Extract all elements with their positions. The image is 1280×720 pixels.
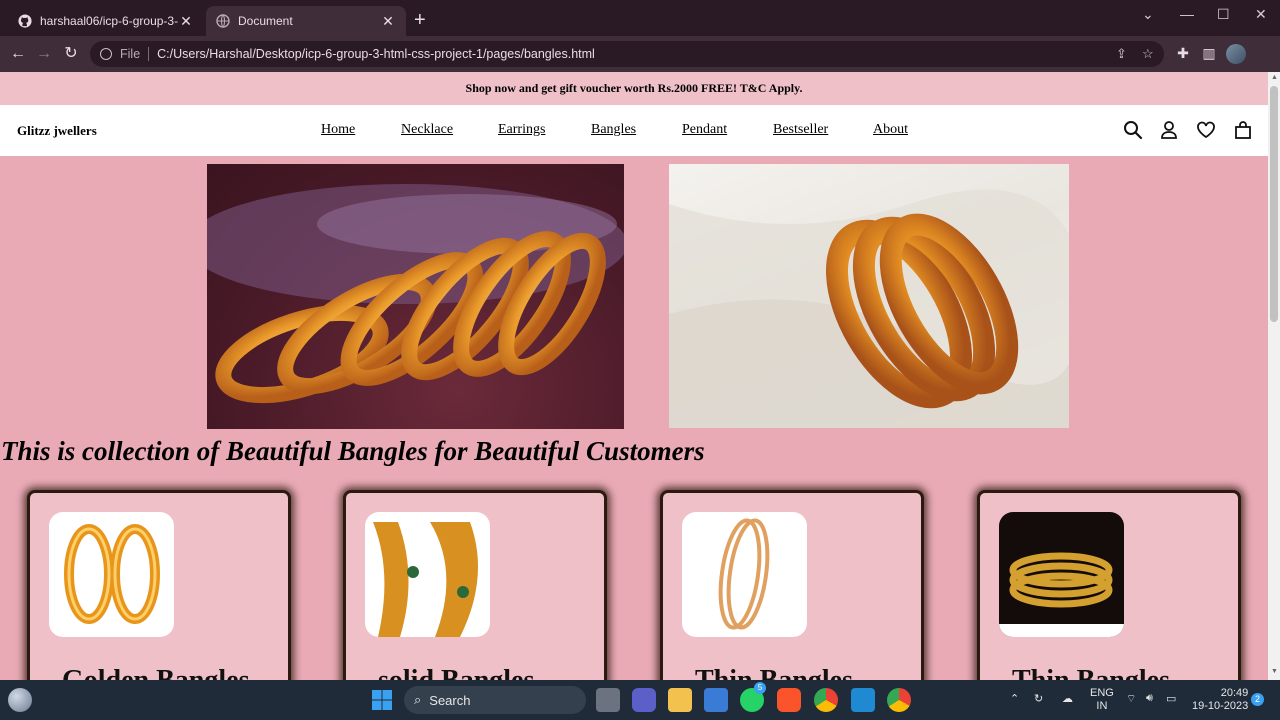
chrome-active-icon[interactable] xyxy=(887,688,911,712)
product-title: Thin Bangles xyxy=(695,665,853,680)
share-icon[interactable]: ⇪ xyxy=(1116,46,1127,62)
nav-necklace[interactable]: Necklace xyxy=(401,122,453,138)
tab-search-icon[interactable]: ⌄ xyxy=(1142,6,1154,23)
file-explorer-icon[interactable] xyxy=(668,688,692,712)
reload-icon[interactable]: ↻ xyxy=(61,44,81,64)
product-image xyxy=(682,512,807,637)
nav-home[interactable]: Home xyxy=(321,122,355,138)
close-tab-icon[interactable]: ✕ xyxy=(178,13,194,30)
address-bar[interactable]: File C:/Users/Harshal/Desktop/icp-6-grou… xyxy=(90,41,1164,67)
clock[interactable]: 20:49 19-10-2023 xyxy=(1192,687,1248,713)
collection-headline: This is collection of Beautiful Bangles … xyxy=(1,436,705,466)
sync-icon[interactable]: ↻ xyxy=(1034,692,1043,705)
web-page: Shop now and get gift voucher worth Rs.2… xyxy=(0,72,1268,680)
tray-overflow-icon[interactable]: ⌃ xyxy=(1010,692,1019,705)
product-title: Golden Bangles xyxy=(62,665,249,680)
product-title: Thin Bangles xyxy=(1012,665,1170,680)
whatsapp-icon[interactable]: 5 xyxy=(740,682,766,712)
weather-icon[interactable] xyxy=(8,688,32,712)
bookmark-star-icon[interactable]: ☆ xyxy=(1142,46,1154,62)
side-panel-icon[interactable]: ▥ xyxy=(1200,45,1218,63)
tab-title: Document xyxy=(238,14,293,28)
nav-bestseller[interactable]: Bestseller xyxy=(773,122,828,138)
back-icon[interactable]: ← xyxy=(8,44,28,64)
windows-start-icon[interactable] xyxy=(370,688,394,712)
tab-github[interactable]: harshaal06/icp-6-group-3-html- ✕ xyxy=(8,6,204,36)
tab-document[interactable]: Document ✕ xyxy=(206,6,406,36)
notification-badge[interactable]: 2 xyxy=(1251,693,1264,706)
whatsapp-badge: 5 xyxy=(754,682,766,694)
shopping-bag-icon[interactable] xyxy=(1233,120,1253,140)
heart-icon[interactable] xyxy=(1196,120,1216,140)
site-info-icon[interactable] xyxy=(100,48,112,60)
taskbar-search-label: Search xyxy=(429,692,471,708)
vscode-icon[interactable] xyxy=(851,688,875,712)
taskbar: ⌕ Search 5 ⌃ ↻ ☁ ENG IN ⌔ 🔊︎ ▭ 20:49 19-… xyxy=(0,680,1280,720)
user-icon[interactable] xyxy=(1159,120,1179,140)
product-card[interactable]: Golden Bangles xyxy=(27,490,291,680)
scroll-down-icon[interactable]: ▼ xyxy=(1271,668,1278,675)
product-card[interactable]: Thin Bangles xyxy=(977,490,1241,680)
product-image xyxy=(365,512,490,637)
brave-icon[interactable] xyxy=(777,688,801,712)
battery-icon[interactable]: ▭ xyxy=(1166,692,1176,705)
chrome-icon[interactable] xyxy=(814,688,838,712)
site-header: Glitzz jwellers Home Necklace Earrings B… xyxy=(0,105,1268,156)
globe-icon xyxy=(216,14,230,28)
browser-toolbar: ← → ↻ File C:/Users/Harshal/Desktop/icp-… xyxy=(0,36,1280,72)
url-scheme: File xyxy=(120,47,141,61)
forward-icon[interactable]: → xyxy=(34,44,54,64)
search-icon: ⌕ xyxy=(414,692,422,707)
browser-tab-strip: harshaal06/icp-6-group-3-html- ✕ Documen… xyxy=(0,0,1280,36)
product-title: solid Bangles xyxy=(378,665,534,680)
minimize-icon[interactable]: — xyxy=(1180,6,1194,22)
divider xyxy=(148,47,150,61)
onedrive-icon[interactable]: ☁ xyxy=(1062,692,1073,705)
volume-icon[interactable]: 🔊︎ xyxy=(1146,692,1153,705)
teams-icon[interactable] xyxy=(632,688,656,712)
page-scrollbar[interactable]: ▲ ▼ xyxy=(1268,72,1280,680)
scroll-up-icon[interactable]: ▲ xyxy=(1271,74,1278,81)
product-image xyxy=(49,512,174,637)
profile-avatar[interactable] xyxy=(1226,44,1246,64)
close-window-icon[interactable]: ✕ xyxy=(1255,6,1267,23)
product-image xyxy=(999,512,1124,637)
clock-time: 20:49 xyxy=(1220,687,1249,699)
promo-banner: Shop now and get gift voucher worth Rs.2… xyxy=(0,72,1268,105)
clock-date: 19-10-2023 xyxy=(1192,700,1249,712)
nav-bangles[interactable]: Bangles xyxy=(591,122,636,138)
nav-earrings[interactable]: Earrings xyxy=(498,122,545,138)
hero-image-bangles-stack xyxy=(207,164,624,429)
maximize-icon[interactable]: ☐ xyxy=(1217,6,1230,23)
url-text: C:/Users/Harshal/Desktop/icp-6-group-3-h… xyxy=(157,47,595,61)
nav-about[interactable]: About xyxy=(873,122,908,138)
language-code: ENG xyxy=(1090,687,1114,699)
product-card[interactable]: solid Bangles xyxy=(343,490,607,680)
scrollbar-thumb[interactable] xyxy=(1270,86,1278,322)
wifi-icon[interactable]: ⌔ xyxy=(1126,692,1136,706)
product-card[interactable]: Thin Bangles xyxy=(660,490,924,680)
language-indicator[interactable]: ENG IN xyxy=(1090,687,1114,713)
nav-pendant[interactable]: Pendant xyxy=(682,122,727,138)
taskbar-search[interactable]: ⌕ Search xyxy=(404,686,586,714)
brand-name[interactable]: Glitzz jwellers xyxy=(17,123,97,139)
extensions-icon[interactable]: ✚ xyxy=(1174,45,1192,63)
ms-store-icon[interactable] xyxy=(704,688,728,712)
tab-title: harshaal06/icp-6-group-3-html- xyxy=(40,14,178,28)
close-tab-icon[interactable]: ✕ xyxy=(380,13,396,30)
region-code: IN xyxy=(1096,700,1108,712)
search-icon[interactable] xyxy=(1123,120,1143,140)
hero-image-bangles-cloth xyxy=(669,164,1069,428)
new-tab-icon[interactable]: + xyxy=(414,10,426,30)
github-icon xyxy=(18,14,32,28)
task-view-icon[interactable] xyxy=(596,688,620,712)
